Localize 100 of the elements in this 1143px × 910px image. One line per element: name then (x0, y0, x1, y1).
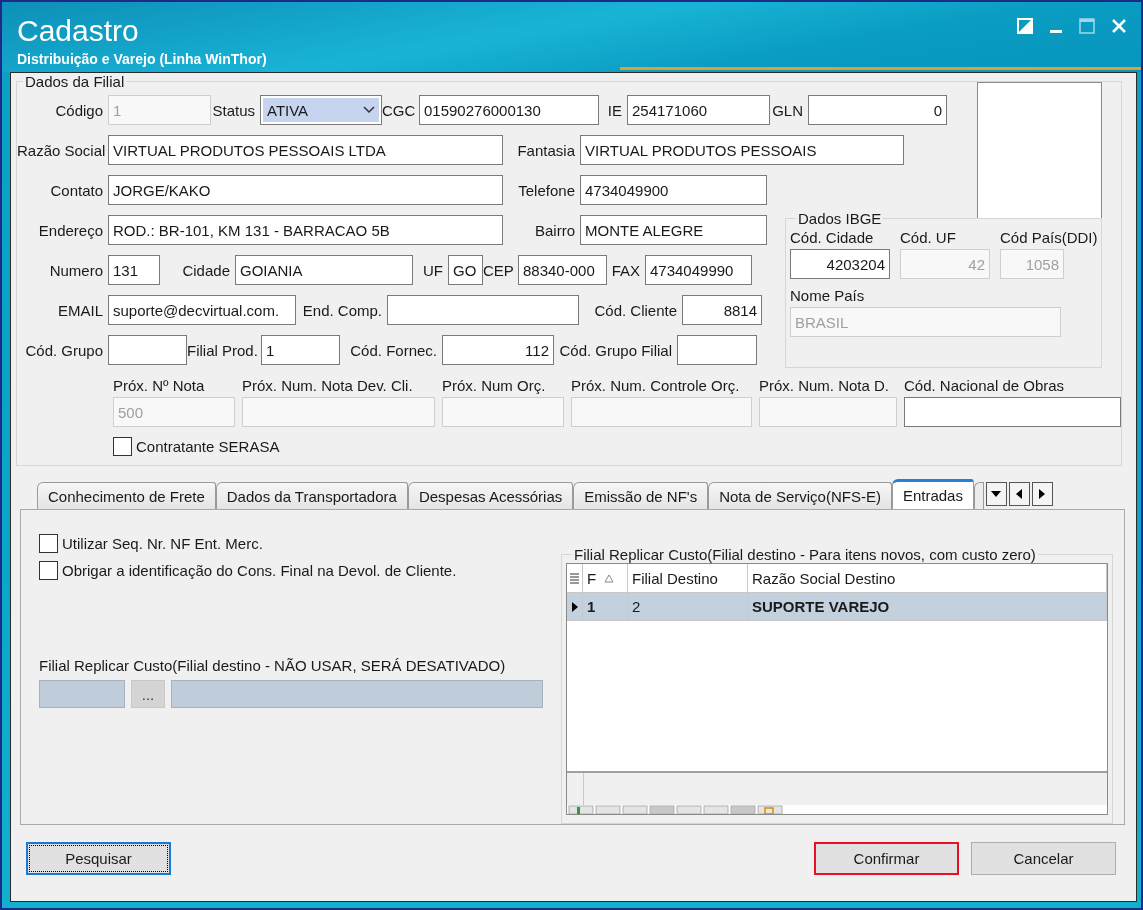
left-triangle-icon (1014, 489, 1025, 499)
field-label: Próx. Num. Nota D. (759, 377, 891, 395)
half-square-icon[interactable] (1017, 18, 1033, 34)
field-label: Filial Replicar Custo(Filial destino - NÃO USAR, SERÁ DESATIVADO) (39, 657, 507, 674)
input-field[interactable]: VIRTUAL PRODUTOS PESSOAIS LTDA (108, 135, 503, 165)
field-label: Cód. UF (900, 229, 957, 247)
field-label: Numero (48, 261, 104, 279)
table-cell: 1 (583, 593, 628, 620)
field-label: UF (422, 261, 444, 279)
input-field[interactable]: ROD.: BR-101, KM 131 - BARRACAO 5B (108, 215, 503, 245)
field-label: IE (606, 101, 623, 119)
close-icon[interactable] (1111, 18, 1127, 34)
tab[interactable]: Despesas Acessórias (407, 482, 574, 509)
tab[interactable]: Conhecimento de Frete (37, 482, 216, 509)
field-label: EMAIL (57, 301, 104, 319)
input-field[interactable]: 8814 (682, 295, 762, 325)
field-label: Cód. Grupo Filial (558, 341, 673, 359)
input-field[interactable]: 4734049990 (645, 255, 752, 285)
field-label: Endereço (37, 221, 104, 239)
field-label: Próx. Nº Nota (113, 377, 206, 395)
input-field[interactable]: JORGE/KAKO (108, 175, 503, 205)
input-field[interactable] (677, 335, 757, 365)
field-label: GLN (771, 101, 804, 119)
tab[interactable]: Nota de Serviço(NFS-E) (708, 482, 892, 509)
field-label: Cód. Nacional de Obras (904, 377, 1066, 395)
action-button[interactable]: Confirmar (814, 842, 959, 875)
field-label: Fantasia (516, 141, 576, 159)
field-label: Código (54, 101, 104, 119)
field-label: Próx. Num Orç. (442, 377, 547, 395)
tab[interactable]: Emissão de NF's (573, 482, 709, 509)
column-header[interactable]: Filial Destino (628, 564, 748, 592)
field-label: Nome País (790, 287, 866, 305)
input-field[interactable] (108, 335, 187, 365)
field-label: Cód. Fornec. (349, 341, 438, 359)
field-label: Bairro (534, 221, 576, 239)
input-field[interactable]: 4734049900 (580, 175, 767, 205)
window-subtitle: Distribuição e Varejo (Linha WinThor) (17, 51, 267, 67)
group-legend: Dados IBGE (796, 210, 884, 227)
field-label: Próx. Num. Controle Orç. (571, 377, 741, 395)
column-header[interactable]: F (583, 564, 628, 592)
checkbox[interactable] (113, 437, 132, 456)
row-pointer-icon (569, 601, 580, 612)
sort-icon (604, 573, 615, 583)
field-label: Telefone (517, 181, 576, 199)
tab[interactable]: Dados da Transportadora (215, 482, 408, 509)
input-field[interactable]: 112 (442, 335, 554, 365)
input-field[interactable] (171, 680, 543, 708)
tab[interactable]: Entradas (891, 479, 974, 509)
input-field[interactable]: 4203204 (790, 249, 890, 279)
field-label: CEP (483, 261, 515, 279)
group-legend: Dados da Filial (23, 73, 127, 90)
field-label: Cód. Cliente (593, 301, 678, 319)
input-field[interactable]: GO (448, 255, 483, 285)
field-label: Contato (49, 181, 104, 199)
field-label: Cidade (181, 261, 231, 279)
column-header[interactable]: Razão Social Destino (748, 564, 1107, 592)
field-label: CGC (382, 101, 417, 119)
list-icon[interactable] (570, 572, 579, 584)
field-label: FAX (610, 261, 641, 279)
table-cell: SUPORTE VAREJO (748, 593, 1107, 620)
field-label: End. Comp. (301, 301, 383, 319)
field-label: Próx. Num. Nota Dev. Cli. (242, 377, 414, 395)
input-field[interactable]: 01590276000130 (419, 95, 599, 125)
grid-row[interactable]: 1 2 SUPORTE VAREJO (567, 593, 1107, 621)
input-field[interactable] (387, 295, 579, 325)
action-button[interactable]: Cancelar (971, 842, 1116, 875)
checkbox[interactable] (39, 561, 58, 580)
input-field[interactable]: 88340-000 (518, 255, 607, 285)
tab-scroll-right-button[interactable] (1031, 482, 1053, 506)
checkbox-label: Utilizar Seq. Nr. NF Ent. Merc. (62, 535, 263, 552)
status-select[interactable]: ATIVA (260, 95, 382, 125)
group-legend: Filial Replicar Custo(Filial destino - Para itens novos, com custo zero) (572, 546, 1038, 563)
caret-icon (991, 489, 1002, 499)
input-field[interactable] (39, 680, 125, 708)
tab-scroll-left-button[interactable] (1008, 482, 1030, 506)
window-title: Cadastro (17, 14, 140, 48)
input-field[interactable]: 254171060 (627, 95, 770, 125)
field-label: Status (211, 101, 256, 119)
checkbox-label: Contratante SERASA (136, 438, 280, 455)
checkbox-label: Obrigar a identificação do Cons. Final na Devol. de Cliente. (62, 562, 457, 579)
input-field[interactable]: suporte@decvirtual.com. (108, 295, 296, 325)
input-field[interactable]: 131 (108, 255, 160, 285)
field-label: Cód País(DDI) (1000, 229, 1098, 247)
input-field[interactable] (904, 397, 1121, 427)
input-field[interactable]: MONTE ALEGRE (580, 215, 767, 245)
checkbox[interactable] (39, 534, 58, 553)
table-cell: 2 (628, 593, 748, 620)
maximize-icon[interactable] (1079, 18, 1095, 34)
action-button[interactable]: Pesquisar (26, 842, 171, 875)
field-label: Razão Social (17, 141, 107, 159)
input-field[interactable]: 0 (808, 95, 947, 125)
browse-button[interactable]: ... (131, 680, 165, 708)
tab-list-button[interactable] (985, 482, 1007, 506)
field-label: Cód. Grupo (24, 341, 104, 359)
chevron-icon (363, 106, 375, 114)
input-field[interactable]: VIRTUAL PRODUTOS PESSOAIS (580, 135, 904, 165)
field-label: Cód. Cidade (790, 229, 875, 247)
input-field[interactable]: 1 (261, 335, 340, 365)
field-label: Filial Prod. (187, 341, 259, 359)
input-field[interactable]: GOIANIA (235, 255, 413, 285)
